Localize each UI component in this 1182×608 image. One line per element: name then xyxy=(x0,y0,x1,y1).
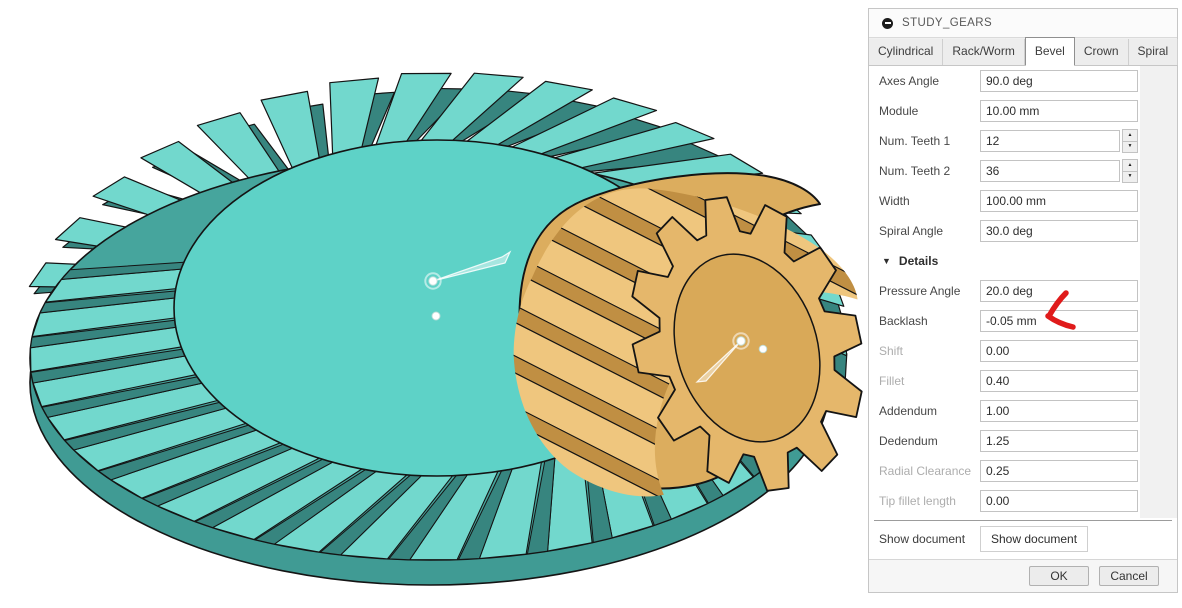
spinner-down-icon[interactable]: ▼ xyxy=(1122,171,1138,184)
tab-bevel[interactable]: Bevel xyxy=(1025,37,1075,66)
addendum-input[interactable] xyxy=(980,400,1138,422)
radial-clearance-input[interactable] xyxy=(980,460,1138,482)
ok-button[interactable]: OK xyxy=(1029,566,1089,586)
study-gears-panel: STUDY_GEARS Cylindrical Rack/Worm Bevel … xyxy=(868,8,1178,593)
backlash-row: Backlash xyxy=(869,306,1177,336)
pressure-angle-input[interactable] xyxy=(980,280,1138,302)
pressure-angle-label: Pressure Angle xyxy=(879,284,980,298)
tab-cylindrical[interactable]: Cylindrical xyxy=(869,39,943,65)
collapse-icon[interactable] xyxy=(882,18,893,29)
radial-clearance-label: Radial Clearance xyxy=(879,464,980,478)
shift-input[interactable] xyxy=(980,340,1138,362)
pressure-angle-row: Pressure Angle xyxy=(869,276,1177,306)
tip-fillet-length-row: Tip fillet length xyxy=(869,486,1177,516)
num-teeth-1-spinner: ▲ ▼ xyxy=(1122,129,1138,153)
show-document-row: Show document Show document xyxy=(869,521,1177,557)
panel-header: STUDY_GEARS xyxy=(869,9,1177,38)
num-teeth-2-spinner: ▲ ▼ xyxy=(1122,159,1138,183)
width-input[interactable] xyxy=(980,190,1138,212)
axes-angle-label: Axes Angle xyxy=(879,74,980,88)
collapse-triangle-icon: ▼ xyxy=(882,256,891,266)
dedendum-input[interactable] xyxy=(980,430,1138,452)
show-document-button[interactable]: Show document xyxy=(980,526,1088,552)
fillet-label: Fillet xyxy=(879,374,980,388)
module-row: Module xyxy=(869,96,1177,126)
spinner-down-icon[interactable]: ▼ xyxy=(1122,141,1138,154)
spiral-angle-label: Spiral Angle xyxy=(879,224,980,238)
width-row: Width xyxy=(869,186,1177,216)
backlash-input[interactable] xyxy=(980,310,1138,332)
radial-clearance-row: Radial Clearance xyxy=(869,456,1177,486)
fillet-row: Fillet xyxy=(869,366,1177,396)
dedendum-row: Dedendum xyxy=(869,426,1177,456)
panel-body: Axes Angle Module Num. Teeth 1 ▲ ▼ Num. … xyxy=(869,66,1177,560)
panel-footer: OK Cancel xyxy=(869,559,1177,592)
shift-label: Shift xyxy=(879,344,980,358)
axes-angle-input[interactable] xyxy=(980,70,1138,92)
module-label: Module xyxy=(879,104,980,118)
shift-row: Shift xyxy=(869,336,1177,366)
fillet-input[interactable] xyxy=(980,370,1138,392)
tip-fillet-length-label: Tip fillet length xyxy=(879,494,980,508)
tab-rack-worm[interactable]: Rack/Worm xyxy=(943,39,1024,65)
panel-title: STUDY_GEARS xyxy=(902,17,992,29)
num-teeth-1-label: Num. Teeth 1 xyxy=(879,134,980,148)
addendum-row: Addendum xyxy=(869,396,1177,426)
width-label: Width xyxy=(879,194,980,208)
app-window: STUDY_GEARS Cylindrical Rack/Worm Bevel … xyxy=(0,0,1182,608)
num-teeth-2-label: Num. Teeth 2 xyxy=(879,164,980,178)
spiral-angle-row: Spiral Angle xyxy=(869,216,1177,246)
num-teeth-2-row: Num. Teeth 2 ▲ ▼ xyxy=(869,156,1177,186)
num-teeth-2-input[interactable] xyxy=(980,160,1120,182)
cancel-button[interactable]: Cancel xyxy=(1099,566,1159,586)
backlash-label: Backlash xyxy=(879,314,980,328)
tab-bar: Cylindrical Rack/Worm Bevel Crown Spiral xyxy=(869,38,1177,66)
module-input[interactable] xyxy=(980,100,1138,122)
num-teeth-1-row: Num. Teeth 1 ▲ ▼ xyxy=(869,126,1177,156)
tab-crown[interactable]: Crown xyxy=(1075,39,1129,65)
tab-spiral[interactable]: Spiral xyxy=(1129,39,1179,65)
gear-3d-viewport[interactable] xyxy=(0,0,868,608)
addendum-label: Addendum xyxy=(879,404,980,418)
gear-3d-scene xyxy=(0,0,868,608)
axes-angle-row: Axes Angle xyxy=(869,66,1177,96)
dedendum-label: Dedendum xyxy=(879,434,980,448)
spiral-angle-input[interactable] xyxy=(980,220,1138,242)
show-document-label: Show document xyxy=(879,532,980,546)
num-teeth-1-input[interactable] xyxy=(980,130,1120,152)
tip-fillet-length-input[interactable] xyxy=(980,490,1138,512)
details-section-header[interactable]: ▼ Details xyxy=(869,246,1177,276)
details-label: Details xyxy=(899,254,938,268)
